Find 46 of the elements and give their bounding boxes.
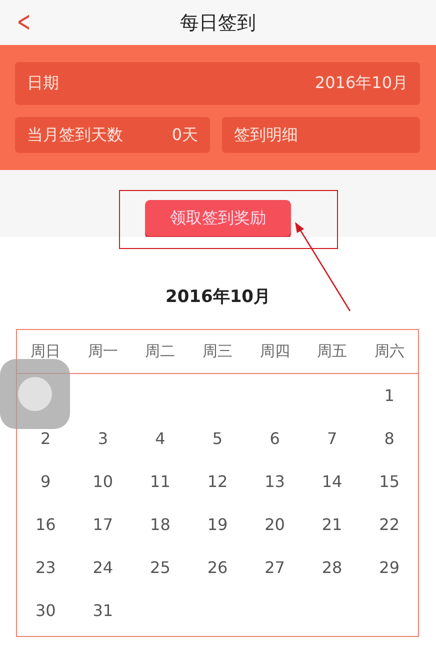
weekday-label: 周日 xyxy=(30,342,62,361)
floating-touch-button[interactable] xyxy=(0,359,70,429)
day-cell[interactable]: 11 xyxy=(132,472,189,491)
day-cell[interactable]: 1 xyxy=(360,386,418,405)
weekday-label: 周三 xyxy=(201,342,234,361)
day-cell[interactable]: 31 xyxy=(74,601,132,620)
weekday-label: 周五 xyxy=(316,342,348,361)
day-cell[interactable]: 3 xyxy=(74,429,132,448)
day-cell[interactable]: 8 xyxy=(360,429,418,448)
back-button[interactable]: < xyxy=(16,6,31,38)
day-cell[interactable]: 30 xyxy=(17,601,74,620)
day-cell[interactable]: 23 xyxy=(17,558,74,577)
days-label: 当月签到天数 xyxy=(27,124,123,146)
day-cell[interactable]: 21 xyxy=(303,515,361,534)
days-value: 0天 xyxy=(172,124,198,146)
day-cell[interactable]: 15 xyxy=(360,472,418,491)
weekday-label: 周一 xyxy=(86,342,119,361)
day-cell[interactable]: 7 xyxy=(303,429,361,448)
day-cell[interactable]: 9 xyxy=(17,472,74,491)
day-cell[interactable]: 22 xyxy=(360,515,418,534)
day-cell[interactable]: 19 xyxy=(188,515,246,534)
day-cell[interactable]: 6 xyxy=(246,429,304,448)
day-cell[interactable]: 27 xyxy=(246,558,304,577)
day-cell[interactable]: 18 xyxy=(132,515,189,534)
weekday-label: 周四 xyxy=(258,342,291,361)
day-cell[interactable]: 26 xyxy=(188,558,246,577)
date-label: 日期 xyxy=(27,73,59,94)
weekday-label: 周六 xyxy=(373,342,406,361)
day-cell[interactable]: 2 xyxy=(17,429,74,448)
day-cell[interactable]: 4 xyxy=(132,429,189,448)
day-cell[interactable]: 28 xyxy=(303,558,361,577)
month-title: 2016年10月 xyxy=(164,286,272,309)
day-cell[interactable]: 25 xyxy=(132,558,189,577)
day-cell[interactable]: 17 xyxy=(74,515,132,534)
day-cell[interactable]: 14 xyxy=(303,472,361,491)
day-cell[interactable]: 16 xyxy=(17,515,74,534)
day-cell[interactable]: 12 xyxy=(188,472,246,491)
date-value: 2016年10月 xyxy=(314,73,408,94)
day-cell[interactable]: 29 xyxy=(360,558,418,577)
day-cell[interactable]: 20 xyxy=(246,515,304,534)
day-cell[interactable]: 13 xyxy=(246,472,304,491)
day-cell[interactable]: 10 xyxy=(74,472,132,491)
page-title: 每日签到 xyxy=(180,10,256,36)
weekday-label: 周二 xyxy=(144,342,176,361)
day-cell[interactable]: 24 xyxy=(74,558,132,577)
day-cell[interactable]: 5 xyxy=(188,429,246,448)
